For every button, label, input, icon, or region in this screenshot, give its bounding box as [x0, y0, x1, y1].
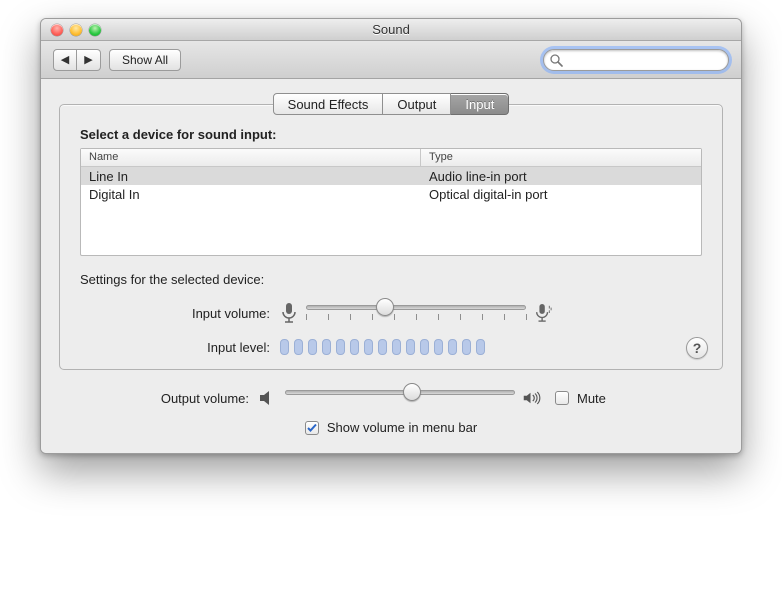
- sound-preferences-window: Sound ◀ ▶ Show All Sound Effects Output …: [40, 18, 742, 454]
- back-button[interactable]: ◀: [53, 49, 77, 71]
- forward-button[interactable]: ▶: [77, 49, 101, 71]
- speaker-high-icon: [523, 390, 541, 406]
- col-header-name[interactable]: Name: [81, 149, 421, 166]
- level-led: [392, 339, 401, 355]
- search-field-wrapper: [543, 49, 729, 71]
- input-level-row: Input level:: [80, 339, 702, 355]
- select-device-heading: Select a device for sound input:: [80, 127, 702, 142]
- level-led: [462, 339, 471, 355]
- device-list-body: Line In Audio line-in port Digital In Op…: [81, 167, 701, 203]
- level-led: [308, 339, 317, 355]
- output-volume-slider[interactable]: [285, 384, 515, 412]
- search-input[interactable]: [568, 53, 722, 67]
- device-name: Digital In: [81, 187, 421, 202]
- input-level-meter: [280, 339, 485, 355]
- content-area: Sound Effects Output Input Select a devi…: [41, 79, 741, 453]
- mute-label: Mute: [577, 391, 606, 406]
- titlebar: Sound: [41, 19, 741, 41]
- device-row[interactable]: Line In Audio line-in port: [81, 167, 701, 185]
- chevron-right-icon: ▶: [84, 53, 92, 66]
- level-led: [448, 339, 457, 355]
- level-led: [406, 339, 415, 355]
- level-led: [420, 339, 429, 355]
- close-window-button[interactable]: [51, 24, 63, 36]
- tab-input[interactable]: Input: [451, 93, 509, 115]
- nav-buttons: ◀ ▶: [53, 49, 101, 71]
- show-all-button[interactable]: Show All: [109, 49, 181, 71]
- device-type: Audio line-in port: [421, 169, 701, 184]
- level-led: [364, 339, 373, 355]
- toolbar: ◀ ▶ Show All: [41, 41, 741, 79]
- speaker-low-icon: [259, 390, 277, 406]
- level-led: [476, 339, 485, 355]
- mic-high-icon: [534, 302, 552, 324]
- device-row[interactable]: Digital In Optical digital-in port: [81, 185, 701, 203]
- level-led: [350, 339, 359, 355]
- chevron-left-icon: ◀: [61, 53, 69, 66]
- level-led: [378, 339, 387, 355]
- input-level-label: Input level:: [80, 340, 280, 355]
- check-icon: [307, 423, 317, 433]
- level-led: [434, 339, 443, 355]
- tab-output[interactable]: Output: [383, 93, 451, 115]
- output-section: Output volume:: [59, 384, 723, 435]
- minimize-window-button[interactable]: [70, 24, 82, 36]
- tab-bar: Sound Effects Output Input: [59, 93, 723, 115]
- tab-sound-effects[interactable]: Sound Effects: [273, 93, 384, 115]
- input-volume-slider[interactable]: [306, 299, 526, 327]
- device-type: Optical digital-in port: [421, 187, 701, 202]
- show-in-menubar-checkbox[interactable]: [305, 421, 319, 435]
- window-title: Sound: [41, 22, 741, 37]
- level-led: [294, 339, 303, 355]
- zoom-window-button[interactable]: [89, 24, 101, 36]
- input-volume-row: Input volume:: [80, 299, 702, 327]
- level-led: [280, 339, 289, 355]
- input-volume-label: Input volume:: [80, 306, 280, 321]
- level-led: [336, 339, 345, 355]
- device-list: Name Type Line In Audio line-in port Dig…: [80, 148, 702, 256]
- help-button[interactable]: ?: [686, 337, 708, 359]
- device-list-header: Name Type: [81, 149, 701, 167]
- search-icon: [550, 54, 563, 67]
- show-in-menubar-label: Show volume in menu bar: [327, 420, 477, 435]
- mute-checkbox[interactable]: [555, 391, 569, 405]
- input-panel: Select a device for sound input: Name Ty…: [59, 104, 723, 370]
- settings-heading: Settings for the selected device:: [80, 272, 702, 287]
- col-header-type[interactable]: Type: [421, 149, 701, 166]
- mic-low-icon: [280, 302, 298, 324]
- level-led: [322, 339, 331, 355]
- output-volume-label: Output volume:: [59, 391, 259, 406]
- window-controls: [41, 24, 101, 36]
- device-name: Line In: [81, 169, 421, 184]
